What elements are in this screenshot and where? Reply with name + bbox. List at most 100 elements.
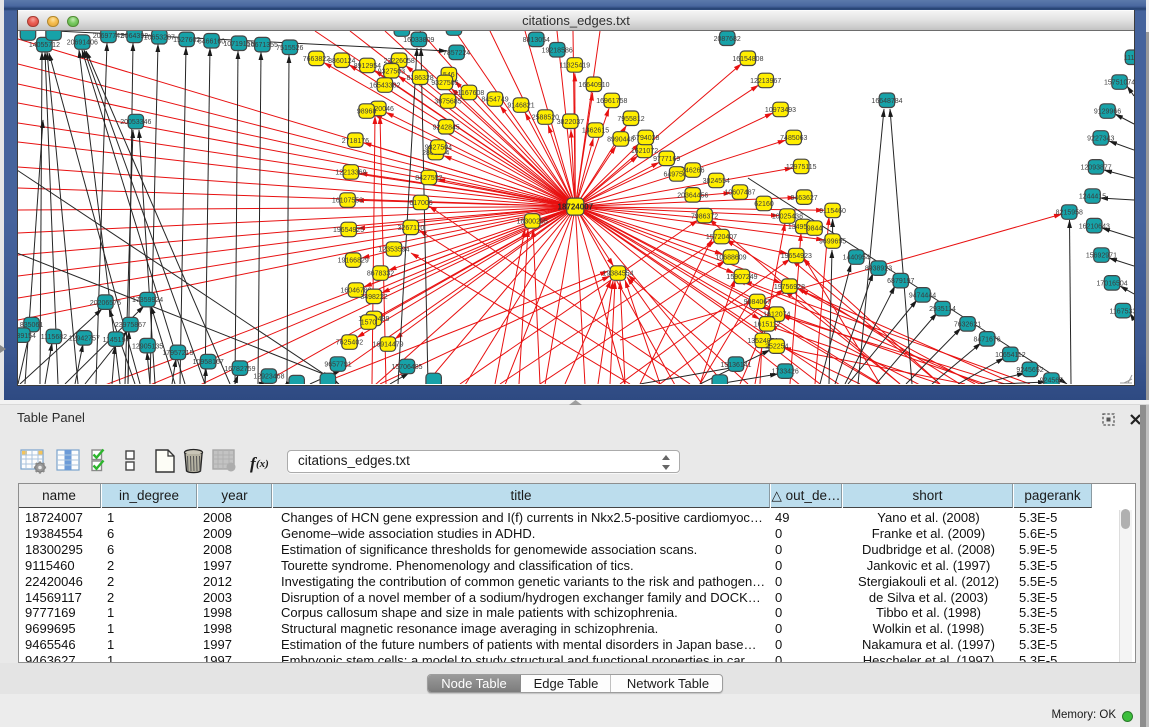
svg-text:17957215: 17957215 <box>162 350 193 357</box>
svg-text:16210643: 16210643 <box>1079 223 1110 230</box>
svg-text:12353594: 12353594 <box>378 247 409 254</box>
svg-text:10973493: 10973493 <box>765 107 796 114</box>
svg-text:20364456: 20364456 <box>677 192 708 199</box>
svg-text:1733426: 1733426 <box>772 369 799 376</box>
svg-text:17359924: 17359924 <box>132 297 163 304</box>
svg-text:98968: 98968 <box>357 109 377 116</box>
svg-text:2935114: 2935114 <box>929 306 956 313</box>
svg-text:8471676: 8471676 <box>973 337 1000 344</box>
svg-text:9327505: 9327505 <box>431 80 458 87</box>
svg-text:12975115: 12975115 <box>786 164 817 171</box>
svg-text:16033809: 16033809 <box>403 37 434 44</box>
svg-text:8990448: 8990448 <box>607 137 634 144</box>
svg-text:8938923: 8938923 <box>865 266 892 273</box>
svg-text:8215958: 8215958 <box>1056 210 1083 217</box>
svg-text:7857224: 7857224 <box>443 50 470 57</box>
svg-text:1362615: 1362615 <box>582 128 609 135</box>
svg-text:9463627: 9463627 <box>790 195 817 202</box>
svg-text:20691406: 20691406 <box>67 40 98 47</box>
svg-text:62160: 62160 <box>754 201 774 208</box>
svg-text:8454749: 8454749 <box>481 97 508 104</box>
svg-text:12213967: 12213967 <box>750 78 781 85</box>
svg-text:8678332: 8678332 <box>367 271 394 278</box>
svg-text:10607487: 10607487 <box>724 190 755 197</box>
svg-text:1440954: 1440954 <box>843 255 870 262</box>
svg-text:20697742: 20697742 <box>93 33 124 40</box>
svg-text:9242845: 9242845 <box>433 124 460 131</box>
svg-text:617006: 617006 <box>409 200 432 207</box>
svg-text:7986372: 7986372 <box>691 213 718 220</box>
svg-text:8813054: 8813054 <box>523 37 550 44</box>
svg-text:12905135: 12905135 <box>132 343 163 350</box>
svg-text:19166829: 19166829 <box>338 258 369 265</box>
svg-text:15751074: 15751074 <box>1104 80 1134 87</box>
svg-text:19654923: 19654923 <box>781 253 812 260</box>
svg-text:19218586: 19218586 <box>542 47 573 54</box>
svg-text:924565: 924565 <box>1040 378 1063 384</box>
svg-text:2718176: 2718176 <box>342 138 369 145</box>
svg-text:12923468: 12923468 <box>253 374 284 381</box>
svg-text:10653287: 10653287 <box>144 34 175 41</box>
svg-text:20206576: 20206576 <box>90 300 121 307</box>
svg-text:19756928: 19756928 <box>774 284 805 291</box>
svg-text:1167533: 1167533 <box>1110 308 1134 315</box>
svg-text:8186328: 8186328 <box>406 75 433 82</box>
svg-text:9245652: 9245652 <box>1016 367 1043 374</box>
svg-text:1115682: 1115682 <box>41 334 67 341</box>
svg-text:2588520: 2588520 <box>532 115 559 122</box>
svg-text:12213369: 12213369 <box>335 170 366 177</box>
svg-text:16154808: 16154808 <box>732 56 763 63</box>
svg-text:16671355: 16671355 <box>247 42 278 49</box>
svg-text:16640910: 16640910 <box>578 82 609 89</box>
svg-text:15706485: 15706485 <box>391 364 422 371</box>
svg-text:15136141: 15136141 <box>720 362 751 369</box>
svg-text:8427552: 8427552 <box>415 175 442 182</box>
svg-text:7625402: 7625402 <box>336 340 363 347</box>
svg-text:8860124: 8860124 <box>328 58 355 65</box>
svg-text:15907249: 15907249 <box>726 274 757 281</box>
svg-text:1145194: 1145194 <box>103 337 130 344</box>
svg-text:21167608: 21167608 <box>454 90 485 97</box>
svg-text:19384554: 19384554 <box>602 271 633 278</box>
svg-text:10688609: 10688609 <box>715 255 746 262</box>
svg-text:1570: 1570 <box>361 320 377 327</box>
svg-text:23975867: 23975867 <box>115 322 146 329</box>
svg-text:9657791: 9657791 <box>324 362 351 369</box>
svg-text:3824554: 3824554 <box>703 178 730 185</box>
svg-text:16648784: 16648784 <box>871 98 902 105</box>
svg-text:9115460: 9115460 <box>819 208 846 215</box>
svg-text:11325419: 11325419 <box>559 63 590 70</box>
svg-text:15720407: 15720407 <box>706 234 737 241</box>
svg-text:6794028: 6794028 <box>632 135 659 142</box>
svg-text:7515526: 7515526 <box>276 45 303 52</box>
svg-text:9844: 9844 <box>807 226 823 233</box>
svg-text:12942757: 12942757 <box>69 335 100 342</box>
svg-text:18724007: 18724007 <box>558 203 594 212</box>
svg-text:(x): (x) <box>256 458 269 470</box>
svg-text:1527602: 1527602 <box>173 37 200 44</box>
svg-text:17016504: 17016504 <box>1097 281 1128 288</box>
svg-text:9146821: 9146821 <box>507 103 534 110</box>
svg-text:14055712: 14055712 <box>29 42 60 49</box>
svg-text:19654925: 19654925 <box>333 227 364 234</box>
svg-text:9227343: 9227343 <box>1087 136 1114 143</box>
svg-text:16107553: 16107553 <box>332 198 363 205</box>
svg-text:12093877: 12093877 <box>1081 164 1112 171</box>
svg-text:6466160: 6466160 <box>198 38 225 45</box>
svg-text:9777169: 9777169 <box>653 156 680 163</box>
svg-text:7955812: 7955812 <box>617 116 644 123</box>
svg-text:3498222: 3498222 <box>360 294 387 301</box>
svg-text:6879197: 6879197 <box>887 278 914 285</box>
svg-text:3822037: 3822037 <box>557 119 584 126</box>
svg-text:2087682: 2087682 <box>714 36 741 43</box>
svg-text:1939154: 1939154 <box>18 333 36 340</box>
svg-text:16961758: 16961758 <box>596 98 627 105</box>
svg-text:3875685: 3875685 <box>434 99 461 106</box>
svg-text:16914479: 16914479 <box>372 342 403 349</box>
svg-text:746266: 746266 <box>681 168 704 175</box>
svg-text:9474444: 9474444 <box>909 292 936 299</box>
svg-text:16543382: 16543382 <box>369 83 400 90</box>
svg-text:7485063: 7485063 <box>780 135 807 142</box>
svg-text:20053346: 20053346 <box>120 119 151 126</box>
svg-text:15692971: 15692971 <box>1086 253 1117 260</box>
